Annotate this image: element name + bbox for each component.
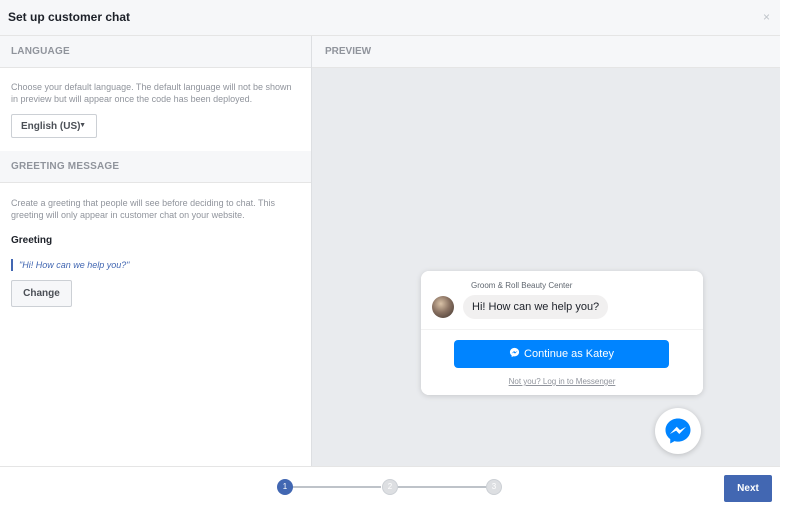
next-button[interactable]: Next — [724, 475, 772, 502]
setup-customer-chat-dialog: Set up customer chat × LANGUAGE Choose y… — [0, 0, 780, 509]
language-dropdown[interactable]: English (US) ▼ — [11, 114, 97, 138]
language-section-title: LANGUAGE — [11, 46, 70, 57]
greeting-section-header: GREETING MESSAGE — [0, 151, 311, 183]
language-section-header: LANGUAGE — [0, 36, 311, 68]
continue-as-label: Continue as Katey — [524, 348, 614, 360]
chat-greeting-area: Groom & Roll Beauty Center Hi! How can w… — [421, 271, 703, 329]
caret-down-icon: ▼ — [79, 122, 86, 129]
preview-panel: PREVIEW Groom & Roll Beauty Center Hi! H… — [312, 36, 780, 466]
dialog-footer: 1 2 3 Next — [0, 466, 780, 509]
preview-section-header: PREVIEW — [312, 36, 780, 68]
step-2-indicator: 2 — [382, 479, 398, 495]
dialog-header: Set up customer chat × — [0, 0, 780, 36]
settings-panel: LANGUAGE Choose your default language. T… — [0, 36, 312, 466]
page-name: Groom & Roll Beauty Center — [471, 281, 573, 290]
continue-as-button[interactable]: Continue as Katey — [454, 340, 669, 368]
greeting-section-title: GREETING MESSAGE — [11, 161, 120, 172]
chat-login-area: Continue as Katey Not you? Log in to Mes… — [421, 329, 703, 395]
greeting-description: Create a greeting that people will see b… — [11, 198, 275, 220]
greeting-current-text: "Hi! How can we help you?" — [11, 259, 129, 271]
close-icon[interactable]: × — [763, 10, 770, 24]
step-3-indicator: 3 — [486, 479, 502, 495]
language-description: Choose your default language. The defaul… — [11, 82, 292, 104]
stepper-connector — [292, 486, 381, 488]
messenger-icon — [509, 347, 520, 358]
messenger-chat-button[interactable] — [655, 408, 701, 454]
language-dropdown-value: English (US) — [21, 121, 81, 132]
change-greeting-button[interactable]: Change — [11, 280, 72, 307]
page-avatar — [432, 296, 454, 318]
login-to-messenger-link[interactable]: Not you? Log in to Messenger — [421, 377, 703, 386]
step-1-indicator: 1 — [277, 479, 293, 495]
stepper-connector — [398, 486, 486, 488]
greeting-label: Greeting — [11, 235, 53, 246]
greeting-bubble: Hi! How can we help you? — [463, 295, 609, 319]
chat-preview-card: Groom & Roll Beauty Center Hi! How can w… — [421, 271, 703, 395]
messenger-icon — [665, 418, 691, 444]
dialog-title: Set up customer chat — [8, 10, 131, 24]
preview-section-title: PREVIEW — [325, 46, 372, 57]
